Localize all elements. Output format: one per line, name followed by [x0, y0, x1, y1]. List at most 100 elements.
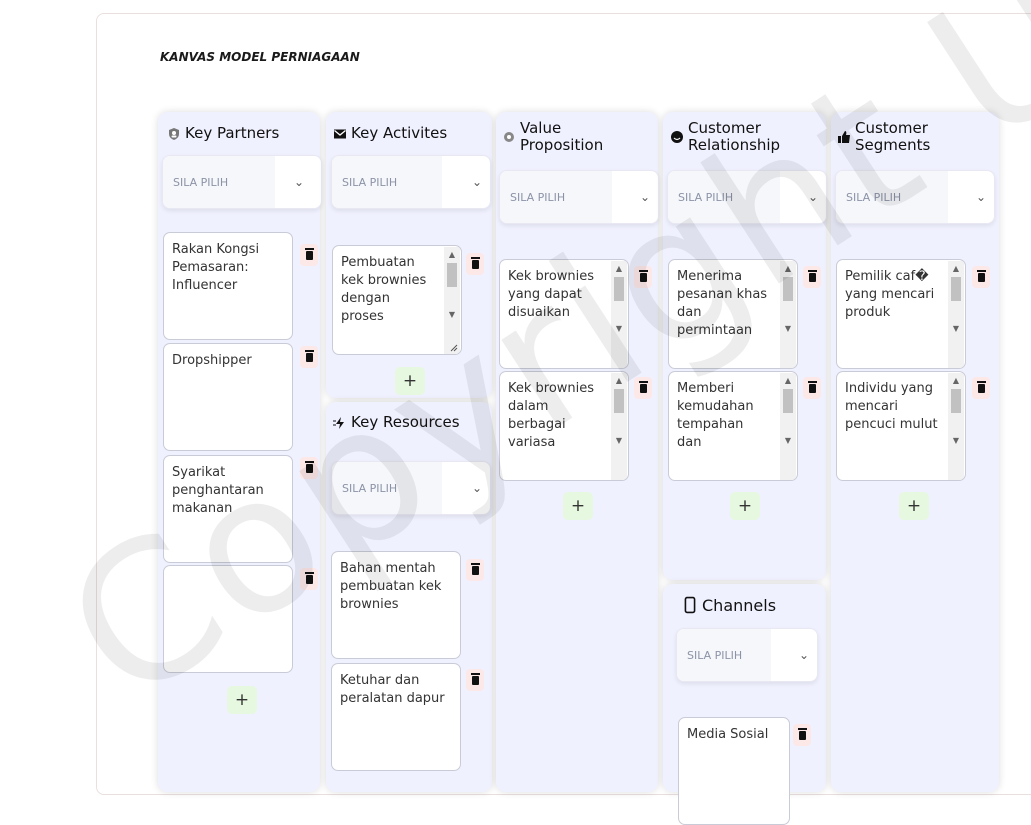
select-value: SILA PILIH: [668, 171, 780, 223]
customer-segments-title: Customer Segments: [855, 119, 931, 154]
envelope-icon: [334, 129, 346, 138]
gear-icon: [504, 132, 514, 142]
select-value: SILA PILIH: [677, 629, 771, 681]
delete-icon[interactable]: [972, 266, 990, 288]
channels-select[interactable]: SILA PILIH ⌄: [676, 628, 818, 682]
scroll-down-icon: ▼: [615, 324, 623, 333]
key-partners-item-3[interactable]: Syarikat penghantaran makanan: [163, 455, 293, 563]
item-text: Pembuatan kek brownies dengan proses: [341, 255, 427, 324]
add-customer-segment-button[interactable]: +: [899, 492, 929, 520]
delete-icon[interactable]: [300, 568, 318, 590]
customer-relationship-item-2[interactable]: Memberi kemudahan tempahan dan ▲ ▼: [668, 371, 798, 481]
customer-segments-select[interactable]: SILA PILIH ⌄: [835, 170, 995, 224]
scrollbar[interactable]: ▲ ▼: [780, 261, 796, 368]
key-resources-select[interactable]: SILA PILIH ⌄: [331, 461, 491, 515]
key-activities-item-1[interactable]: Pembuatan kek brownies dengan proses ▲ ▼: [332, 245, 462, 355]
key-resources-item-2[interactable]: Ketuhar dan peralatan dapur: [331, 663, 461, 771]
scroll-up-icon: ▲: [784, 264, 792, 273]
key-resources-title: Key Resources: [351, 413, 460, 431]
scrollbar[interactable]: ▲ ▼: [948, 261, 964, 368]
item-text: Pemilik caf� yang mencari produk: [845, 269, 935, 320]
user-shield-icon: [169, 127, 179, 140]
chevron-down-icon: ⌄: [807, 190, 818, 204]
scrollbar[interactable]: ▲ ▼: [780, 373, 796, 480]
value-proposition-item-1[interactable]: Kek brownies yang dapat disuaikan ▲ ▼: [499, 259, 629, 369]
resize-grip-icon[interactable]: [450, 344, 458, 352]
scroll-up-icon: ▲: [784, 376, 792, 385]
customer-segments-header: Customer Segments: [837, 120, 977, 154]
chevron-down-icon: ⌄: [293, 175, 304, 189]
select-value: SILA PILIH: [163, 156, 275, 208]
key-partners-item-2[interactable]: Dropshipper: [163, 343, 293, 451]
phone-icon: [684, 596, 696, 614]
scroll-down-icon: ▼: [952, 436, 960, 445]
delete-icon[interactable]: [466, 559, 484, 581]
key-partners-select[interactable]: SILA PILIH ⌄: [162, 155, 322, 209]
select-value: SILA PILIH: [332, 462, 442, 514]
delete-icon[interactable]: [300, 346, 318, 368]
customer-relationship-item-1[interactable]: Menerima pesanan khas dan permintaan ▲ ▼: [668, 259, 798, 369]
item-text: Kek brownies yang dapat disuaikan: [508, 269, 595, 320]
key-resources-header: Key Resources: [333, 414, 463, 431]
select-value: SILA PILIH: [500, 171, 612, 223]
item-text: Menerima pesanan khas dan permintaan: [677, 269, 768, 338]
key-activities-title: Key Activites: [351, 124, 448, 142]
select-value: SILA PILIH: [836, 171, 948, 223]
item-text: Individu yang mencari pencuci mulut: [845, 381, 938, 432]
chevron-down-icon: ⌄: [471, 175, 482, 189]
key-activities-select[interactable]: SILA PILIH ⌄: [331, 155, 491, 209]
customer-relationship-title: Customer Relationship: [688, 119, 781, 154]
delete-icon[interactable]: [634, 266, 652, 288]
key-resources-item-1[interactable]: Bahan mentah pembuatan kek brownies: [331, 551, 461, 659]
scroll-up-icon: ▲: [952, 376, 960, 385]
add-key-partner-button[interactable]: +: [227, 686, 257, 714]
scroll-down-icon: ▼: [784, 436, 792, 445]
delete-icon[interactable]: [972, 377, 990, 399]
scroll-up-icon: ▲: [615, 376, 623, 385]
channels-header: Channels: [682, 596, 776, 614]
value-proposition-header: Value Proposition: [502, 120, 632, 154]
scroll-down-icon: ▼: [952, 324, 960, 333]
scroll-up-icon: ▲: [615, 264, 623, 273]
delete-icon[interactable]: [803, 377, 821, 399]
scroll-down-icon: ▼: [784, 324, 792, 333]
key-partners-item-1[interactable]: Rakan Kongsi Pemasaran: Influencer: [163, 232, 293, 340]
scrollbar[interactable]: ▲ ▼: [948, 373, 964, 480]
delete-icon[interactable]: [634, 377, 652, 399]
channels-title: Channels: [702, 595, 777, 615]
chevron-down-icon: ⌄: [471, 481, 482, 495]
scrollbar[interactable]: ▲ ▼: [611, 373, 627, 480]
thumbs-up-icon: [838, 131, 850, 143]
value-proposition-title: Value Proposition: [520, 119, 604, 154]
delete-icon[interactable]: [466, 253, 484, 275]
scroll-down-icon: ▼: [448, 310, 456, 319]
item-text: Memberi kemudahan tempahan dan: [677, 381, 754, 450]
delete-icon[interactable]: [793, 724, 811, 746]
channels-item-1[interactable]: Media Sosial: [678, 717, 790, 825]
chevron-down-icon: ⌄: [975, 190, 986, 204]
delete-icon[interactable]: [300, 457, 318, 479]
customer-segments-item-1[interactable]: Pemilik caf� yang mencari produk ▲ ▼: [836, 259, 966, 369]
value-proposition-item-2[interactable]: Kek brownies dalam berbagai variasa ▲ ▼: [499, 371, 629, 481]
customer-segments-item-2[interactable]: Individu yang mencari pencuci mulut ▲ ▼: [836, 371, 966, 481]
add-customer-relationship-button[interactable]: +: [730, 492, 760, 520]
key-activities-header: Key Activites: [333, 125, 447, 142]
add-key-activity-button[interactable]: +: [395, 367, 425, 395]
add-value-proposition-button[interactable]: +: [563, 492, 593, 520]
chevron-down-icon: ⌄: [798, 648, 809, 662]
customer-relationship-header: Customer Relationship: [670, 120, 820, 154]
customer-relationship-select[interactable]: SILA PILIH ⌄: [667, 170, 827, 224]
delete-icon[interactable]: [466, 669, 484, 691]
key-partners-title: Key Partners: [185, 124, 280, 142]
select-value: SILA PILIH: [332, 156, 442, 208]
delete-icon[interactable]: [803, 266, 821, 288]
scroll-up-icon: ▲: [448, 250, 456, 259]
value-proposition-select[interactable]: SILA PILIH ⌄: [499, 170, 659, 224]
delete-icon[interactable]: [300, 244, 318, 266]
item-text: Kek brownies dalam berbagai variasa: [508, 381, 595, 450]
scrollbar[interactable]: ▲ ▼: [611, 261, 627, 368]
key-partners-item-4[interactable]: [163, 565, 293, 673]
page-title: KANVAS MODEL PERNIAGAAN: [160, 50, 360, 64]
lightning-icon: [333, 416, 344, 429]
scrollbar[interactable]: ▲ ▼: [444, 247, 460, 354]
